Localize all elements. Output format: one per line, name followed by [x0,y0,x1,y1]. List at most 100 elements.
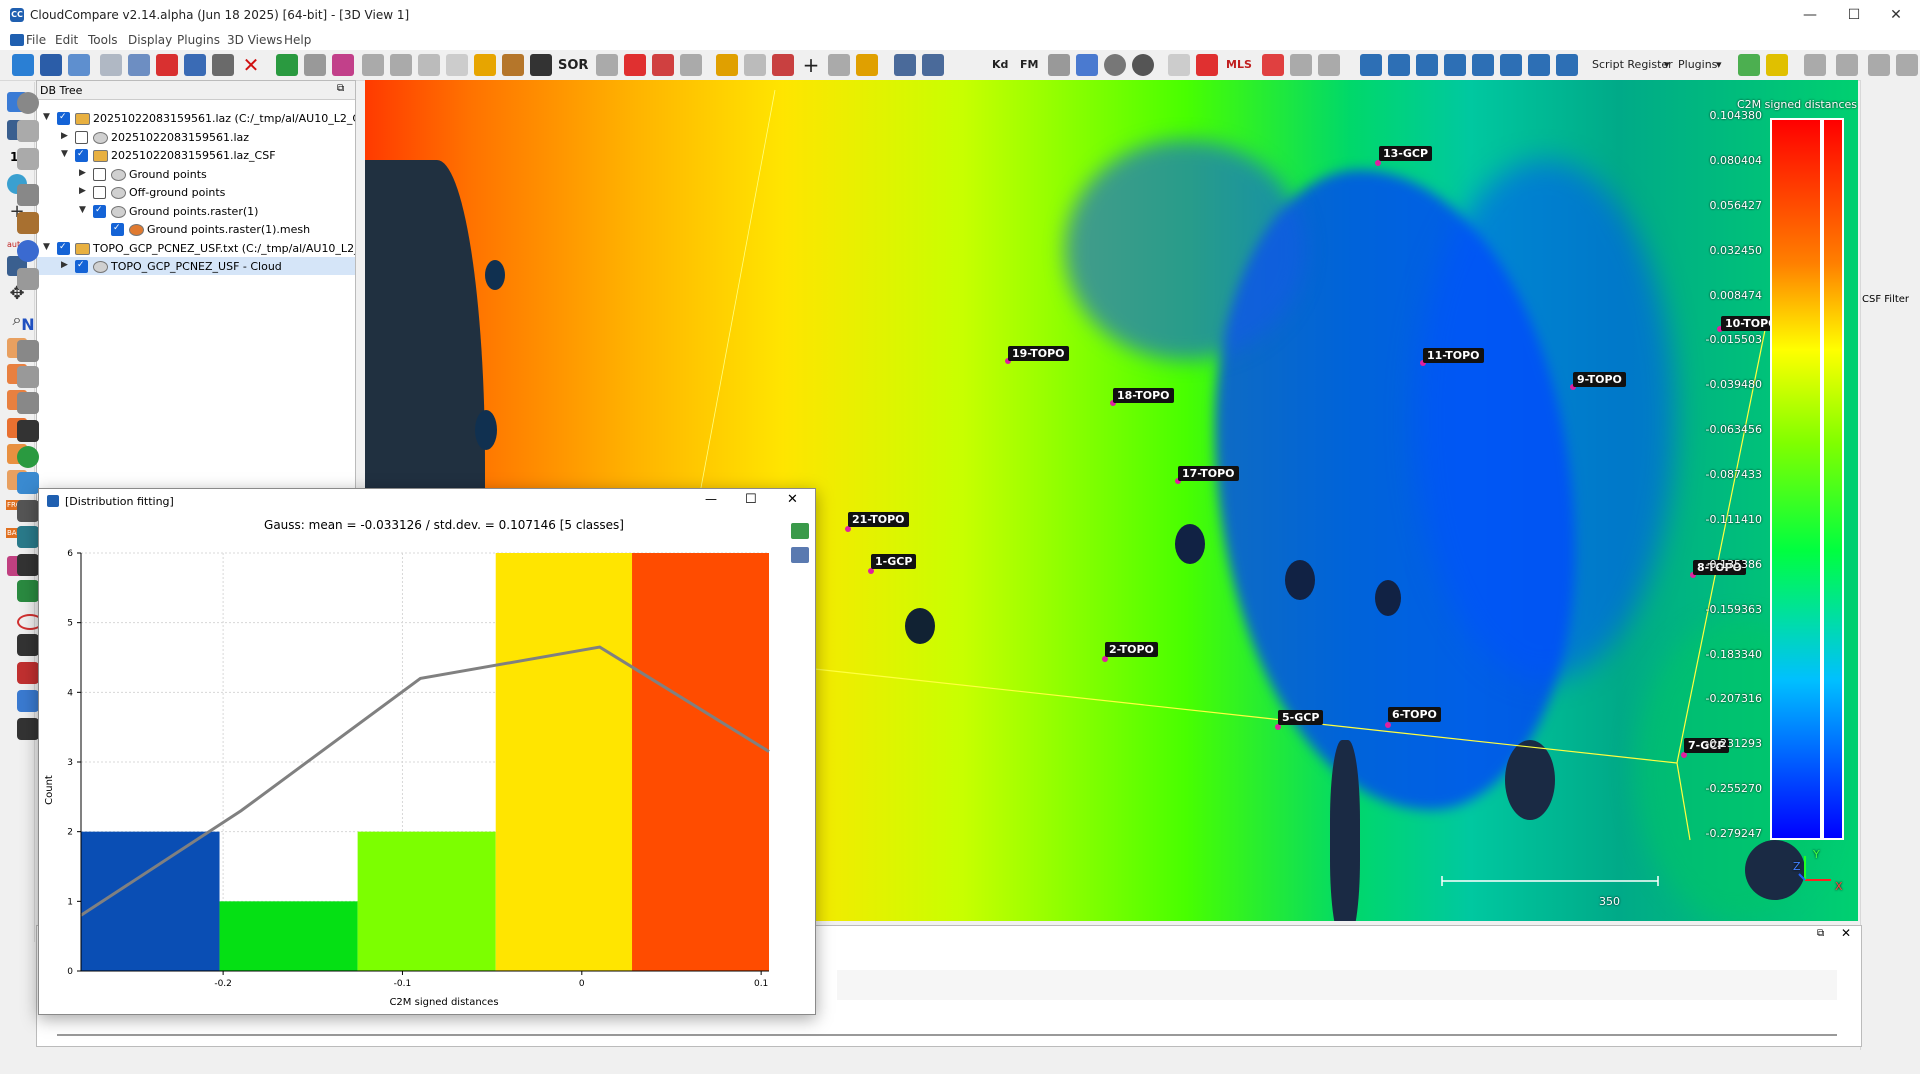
sphere-icon[interactable] [1104,54,1126,76]
visibility-checkbox[interactable] [57,112,70,125]
spline-icon[interactable] [1262,54,1284,76]
mesh-sphere-icon[interactable] [1132,54,1154,76]
export-icon[interactable] [1318,54,1340,76]
collapse-arrow-icon[interactable]: ▼ [79,205,86,215]
view-icon-a[interactable] [1804,54,1826,76]
plugin-b-icon[interactable] [17,148,39,170]
db-tree-item[interactable]: ▼ 20251022083159561.laz_CSF [37,146,355,164]
clean-icon[interactable] [680,54,702,76]
python-icon-5[interactable] [1472,54,1494,76]
python-icon-8[interactable] [1556,54,1578,76]
section-icon[interactable] [624,54,646,76]
close-button[interactable]: ✕ [1876,4,1916,26]
expand-arrow-icon[interactable]: ▶ [61,260,68,270]
view-icon-d[interactable] [1896,54,1918,76]
visibility-checkbox[interactable] [75,149,88,162]
db-tree-item[interactable]: ▼ 20251022083159561.laz (C:/_tmp/al/AU10_… [37,109,355,127]
maximize-button[interactable]: ☐ [1834,4,1874,26]
undock-icon[interactable]: ⧉ [337,83,344,94]
save-icon[interactable] [40,54,62,76]
north-icon[interactable]: N [17,314,39,336]
dialog-maximize-button[interactable]: ☐ [745,492,757,507]
marker-6-topo[interactable]: 6-TOPO [1388,707,1441,722]
open-icon[interactable] [12,54,34,76]
python-icon-1[interactable] [1360,54,1382,76]
menu-edit[interactable]: Edit [55,33,78,47]
delete-icon[interactable]: ✕ [240,54,262,76]
view-icon-c[interactable] [1868,54,1890,76]
sf-icon[interactable] [856,54,878,76]
collapse-arrow-icon[interactable]: ▼ [43,112,50,122]
menu-display[interactable]: Display [128,33,172,47]
visibility-checkbox[interactable] [75,260,88,273]
plugins-menu[interactable]: Plugins [1678,58,1717,71]
merge-icon[interactable] [184,54,206,76]
cube-icon[interactable] [17,500,39,522]
properties-icon[interactable] [100,54,122,76]
visibility-checkbox[interactable] [111,223,124,236]
visibility-checkbox[interactable] [93,186,106,199]
align-icon[interactable] [390,54,412,76]
visibility-checkbox[interactable] [57,241,70,255]
pcv-plugin-icon[interactable] [17,420,39,442]
expand-arrow-icon[interactable]: ▶ [79,168,86,178]
marker-dot[interactable] [1385,722,1391,728]
layers-icon[interactable] [17,580,39,602]
menu-3d-views[interactable]: 3D Views [227,33,282,47]
orange-icon[interactable] [17,662,39,684]
filter-icon[interactable] [304,54,326,76]
marker-19-topo[interactable]: 19-TOPO [1008,346,1069,361]
view-icon-b[interactable] [1836,54,1858,76]
marker-21-topo[interactable]: 21-TOPO [848,512,909,527]
python-icon-4[interactable] [1444,54,1466,76]
plugin-icon-b[interactable] [1766,54,1788,76]
compass-icon[interactable] [17,240,39,262]
canupo-classify-icon[interactable] [922,54,944,76]
noise-icon[interactable] [596,54,618,76]
sor-filter-button[interactable]: SOR [558,58,588,73]
cancel-circle-icon[interactable] [17,92,39,114]
marker-17-topo[interactable]: 17-TOPO [1178,466,1239,481]
sf-delete-icon[interactable] [828,54,850,76]
plugin-c-icon[interactable] [17,184,39,206]
minmax-icon[interactable] [772,54,794,76]
expand-arrow-icon[interactable]: ▶ [61,131,68,141]
db-tree-item[interactable]: ▶ TOPO_GCP_PCNEZ_USF - Cloud [37,257,355,275]
arch-icon[interactable] [17,634,39,656]
transform-icon[interactable] [362,54,384,76]
tool-icon[interactable] [1048,54,1070,76]
script-register-menu[interactable]: Script Register [1592,58,1673,71]
collapse-arrow-icon[interactable]: ▼ [61,149,68,159]
plugins-arrow-icon[interactable]: ▾ [1716,58,1722,71]
trees-icon[interactable] [17,718,39,740]
python-icon-7[interactable] [1528,54,1550,76]
segment-icon[interactable] [332,54,354,76]
collapse-arrow-icon[interactable]: ▼ [43,242,50,252]
csf-icon[interactable] [17,268,39,290]
menu-tools[interactable]: Tools [88,33,118,47]
marker-9-topo[interactable]: 9-TOPO [1573,372,1626,387]
dialog-minimize-button[interactable]: — [705,492,717,506]
python-icon-6[interactable] [1500,54,1522,76]
add-point-icon[interactable] [156,54,178,76]
pcv-icon[interactable] [1076,54,1098,76]
color-icon[interactable] [502,54,524,76]
console-scrollbar[interactable] [57,1034,1837,1036]
rgb-icon[interactable] [17,472,39,494]
canupo-create-icon[interactable] [894,54,916,76]
console-close-icon[interactable]: ✕ [1841,926,1851,940]
marker-11-topo[interactable]: 11-TOPO [1423,348,1484,363]
console-undock-icon[interactable]: ⧉ [1817,928,1824,939]
sample-icon[interactable] [1290,54,1312,76]
fm-button[interactable]: FM [1020,58,1038,71]
visibility-checkbox[interactable] [93,167,106,181]
subsample-icon[interactable] [212,54,234,76]
m3c2-icon[interactable] [1196,54,1218,76]
monitor-icon[interactable] [17,690,39,712]
histogram-icon[interactable] [716,54,738,76]
gear-icon[interactable] [1168,54,1190,76]
app-menu-icon[interactable] [10,34,24,46]
db-tree-item[interactable]: ▼ Ground points.raster(1) [37,202,355,220]
db-tree-item[interactable]: Ground points.raster(1).mesh [37,220,355,238]
g3point-icon[interactable] [17,526,39,548]
